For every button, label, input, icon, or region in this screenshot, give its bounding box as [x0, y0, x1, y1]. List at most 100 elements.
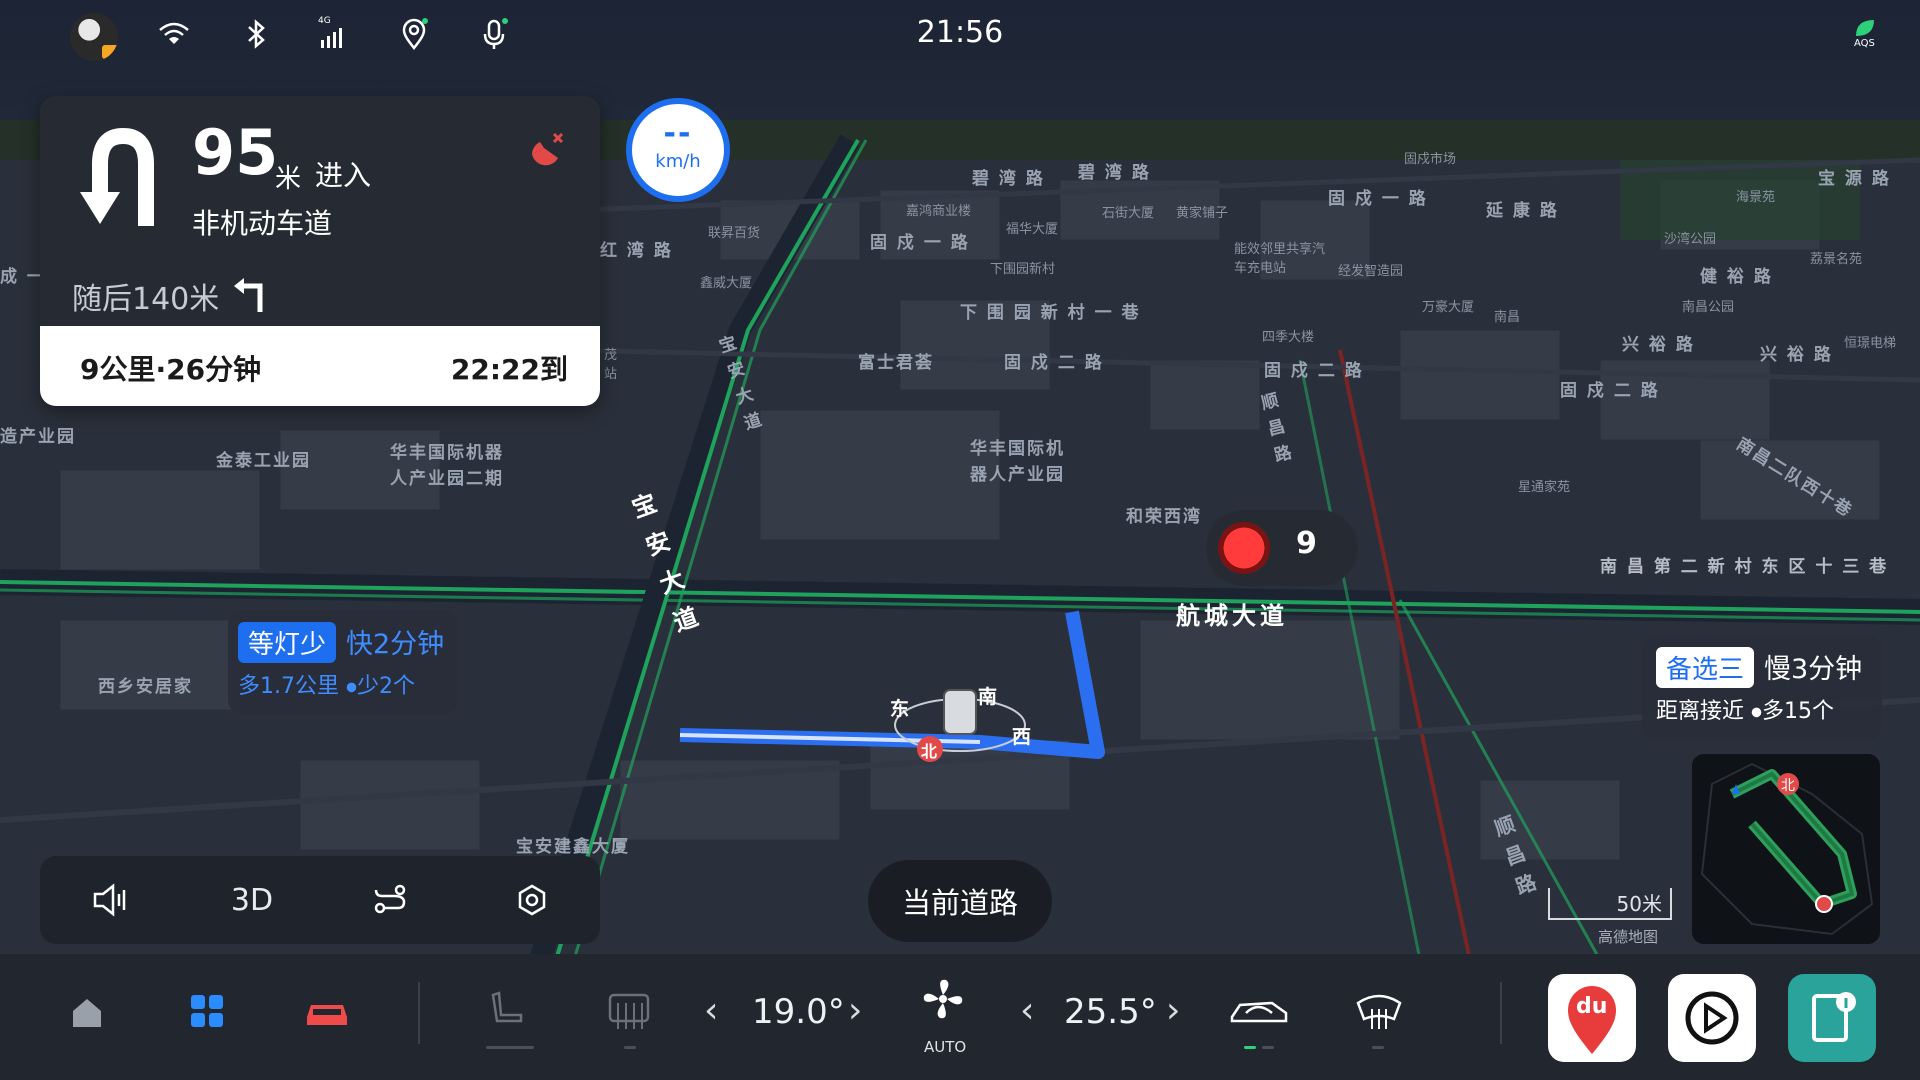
speed-indicator: -- km/h	[626, 98, 730, 202]
arrival-time: 22:22到	[450, 353, 568, 386]
map-control-bar: 3D	[40, 856, 600, 944]
map-label: 西乡安居家	[98, 677, 193, 697]
volume-icon[interactable]	[84, 872, 140, 928]
air-recirculation-icon[interactable]	[1226, 980, 1294, 1042]
route-detail: 距离接近 ⦁多15个	[1656, 699, 1834, 724]
map-label: 碧 湾 路	[1078, 163, 1151, 183]
next-road-name: 非机动车道	[192, 207, 333, 240]
home-icon[interactable]	[56, 980, 118, 1042]
compass-west: 西	[1012, 726, 1034, 748]
passenger-temp-up[interactable]: ›	[1166, 990, 1180, 1031]
map-label: 健 裕 路	[1700, 267, 1773, 287]
current-road-button[interactable]: 当前道路	[868, 860, 1052, 942]
driver-temp: 19.0°	[752, 992, 845, 1032]
map-label: 能效邻里共享汽车充电站	[1234, 242, 1326, 276]
driver-temp-up[interactable]: ›	[848, 990, 862, 1031]
map-mode-button[interactable]: 3D	[224, 872, 280, 928]
defrost-indicator	[624, 1046, 636, 1049]
aqs-icon[interactable]: AQS	[1846, 16, 1882, 52]
settings-icon[interactable]	[504, 872, 560, 928]
map-label: 延 康 路	[1486, 201, 1559, 221]
status-bar: 4G 21:56 AQS	[0, 0, 1920, 70]
route-time-diff: 快2分钟	[346, 629, 445, 660]
map-label: 恒璟电梯	[1844, 336, 1897, 351]
maneuver-distance: 95	[192, 116, 279, 189]
route-tag: 等灯少	[238, 622, 337, 663]
carplay-app[interactable]	[1668, 974, 1756, 1062]
divider	[1500, 982, 1502, 1044]
route-preview-icon[interactable]	[362, 872, 418, 928]
map-label: 固 戍 一 路	[1328, 189, 1428, 209]
alternative-route-card[interactable]: 备选三 慢3分钟 距离接近 ⦁多15个	[1642, 635, 1882, 740]
map-label: 兴 裕 路	[1622, 335, 1695, 355]
map-label: 黄家铺子	[1176, 206, 1229, 221]
turn-left-icon	[234, 278, 263, 312]
seat-heat-icon[interactable]	[478, 980, 540, 1042]
map-scale: 50米	[1548, 888, 1672, 920]
fan-icon[interactable]	[912, 968, 974, 1030]
system-dock: ‹ 19.0° › AUTO ‹ 25.5° › du	[0, 954, 1920, 1080]
map-label: 四季大楼	[1262, 330, 1315, 345]
compass-east: 东	[890, 698, 912, 720]
route-time-diff: 慢3分钟	[1764, 654, 1863, 685]
map-label: 碧 湾 路	[972, 169, 1045, 189]
mute-broadcast-icon[interactable]	[526, 130, 568, 172]
front-defrost-icon[interactable]	[1348, 980, 1410, 1042]
map-label: 固戍市场	[1404, 152, 1457, 167]
car-icon[interactable]	[296, 980, 358, 1042]
guidance-panel[interactable]: 95 米 进入 非机动车道 随后140米 9公里·26分钟 22:22到	[40, 96, 600, 406]
map-label: 固 戍 二 路	[1264, 361, 1364, 381]
map-label: 华丰国际机器人产业园	[970, 439, 1065, 485]
speed-unit: km/h	[655, 151, 701, 172]
passenger-temp-down[interactable]: ‹	[1020, 990, 1034, 1031]
map-label: 红 湾 路	[600, 241, 673, 261]
map-label: 石街大厦	[1102, 206, 1155, 221]
baidu-maps-app[interactable]: du	[1548, 974, 1636, 1062]
trip-distance-time: 9公里·26分钟	[80, 353, 262, 386]
map-label: 联昇百货	[708, 226, 761, 241]
map-label: 宝 源 路	[1818, 169, 1891, 189]
route-tag: 备选三	[1656, 647, 1755, 688]
rear-defrost-icon[interactable]	[598, 980, 660, 1042]
map-label: 经发智造园	[1338, 264, 1404, 279]
speed-value: --	[663, 116, 693, 151]
map-label: 航城大道	[1176, 602, 1288, 630]
guidance-top: 95 米 进入 非机动车道 随后140米	[40, 96, 600, 326]
map-label: 下围园新村	[990, 262, 1056, 277]
compass-north: 北	[921, 742, 938, 761]
map-label: 星通家苑	[1518, 480, 1571, 495]
map-label: 固 戍 二 路	[1004, 353, 1104, 373]
light-countdown: 9	[1296, 526, 1317, 561]
scale-label: 50米	[1616, 892, 1662, 916]
compass-south: 南	[978, 686, 1000, 708]
map-source: 高德地图	[1598, 928, 1659, 946]
route-detail: 多1.7公里 ⦁少2个	[238, 674, 415, 699]
map-label: 鑫威大厦	[700, 276, 753, 291]
distance-unit: 米	[275, 164, 302, 194]
map-label: 万豪大厦	[1422, 300, 1475, 315]
map-label: 富士君荟	[858, 353, 934, 373]
passenger-temp: 25.5°	[1064, 992, 1157, 1032]
map-label: 南 昌 第 二 新 村 东 区 十 三 巷	[1600, 557, 1889, 577]
map-label: 茂站	[604, 348, 618, 382]
map-label: 南昌公园	[1682, 300, 1735, 315]
driver-temp-down[interactable]: ‹	[704, 990, 718, 1031]
maneuver-action: 进入	[315, 159, 372, 192]
seat-level-indicator	[486, 1046, 534, 1049]
red-light-icon	[1218, 522, 1270, 574]
trip-summary[interactable]: 9公里·26分钟 22:22到	[40, 326, 600, 406]
map-label: 沙湾公园	[1664, 232, 1717, 247]
map-label: 下 围 园 新 村 一 巷	[960, 303, 1141, 323]
next-maneuver-text: 随后140米	[72, 282, 220, 317]
manual-app[interactable]	[1788, 974, 1876, 1062]
map-label: 金泰工业园	[216, 451, 311, 471]
overview-minimap[interactable]: 北	[1692, 754, 1880, 944]
map-label: 造产业园	[0, 427, 76, 447]
map-label: 固 戍 二 路	[1560, 381, 1660, 401]
map-label: 福华大厦	[1006, 222, 1059, 237]
apps-grid-icon[interactable]	[176, 980, 238, 1042]
alternative-route-card[interactable]: 等灯少 快2分钟 多1.7公里 ⦁少2个	[228, 610, 458, 714]
map-label: 嘉鸿商业楼	[906, 204, 972, 219]
map-label: 华丰国际机器人产业园二期	[390, 443, 504, 489]
traffic-light-bubble: 9	[1206, 510, 1358, 586]
